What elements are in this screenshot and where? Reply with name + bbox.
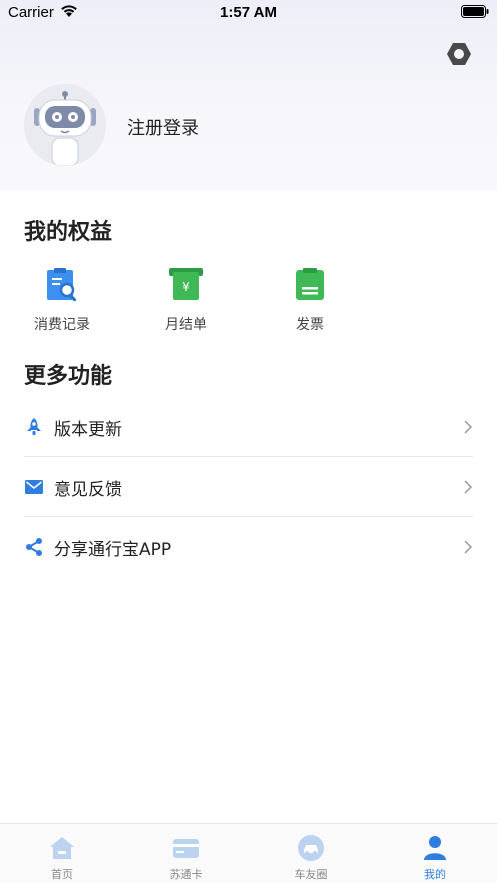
tab-label: 苏通卡 [169,868,203,881]
share-icon [26,538,42,556]
monthly-bill-icon: ¥ [169,268,203,300]
menu-item-label: 意见反馈 [54,479,122,500]
tab-mine[interactable]: 我的 [373,824,497,883]
menu-item-version-update[interactable]: 版本更新 [24,397,473,457]
more-features-title: 更多功能 [24,364,113,389]
menu-item-label: 版本更新 [54,419,122,440]
menu-item-feedback[interactable]: 意见反馈 [24,457,473,517]
benefit-label: 消费记录 [34,317,90,333]
tab-label: 我的 [424,868,446,881]
benefit-label: 月结单 [165,317,207,333]
tab-car-friends[interactable]: 车友圈 [249,824,373,883]
tab-home[interactable]: 首页 [0,824,124,883]
avatar[interactable] [24,84,106,166]
benefit-monthly-bill[interactable]: ¥ 月结单 [146,266,226,334]
benefit-invoice[interactable]: 发票 [270,266,350,334]
gear-icon [447,43,471,65]
benefits-title: 我的权益 [24,220,113,245]
robot-avatar-icon [34,91,96,166]
tab-label: 首页 [51,868,73,881]
receipt-search-icon [47,268,77,302]
home-icon [50,837,74,859]
user-icon [424,836,446,860]
tab-sutong-card[interactable]: 苏通卡 [124,824,248,883]
chevron-right-icon [464,540,473,554]
menu-item-label: 分享通行宝APP [54,539,172,560]
tab-label: 车友圈 [294,868,328,881]
settings-button[interactable] [445,40,473,68]
clock: 1:57 AM [220,4,277,21]
status-bar: Carrier 1:57 AM [0,0,497,26]
benefit-consumption-records[interactable]: 消费记录 [22,266,102,334]
chevron-right-icon [464,480,473,494]
rocket-icon [27,418,41,435]
mail-icon [25,480,43,494]
invoice-icon [296,268,324,300]
svg-text:¥: ¥ [182,280,190,294]
battery-icon [461,5,489,18]
login-register-link[interactable]: 注册登录 [127,114,199,140]
car-circle-icon [298,835,324,861]
tab-bar: 首页 苏通卡 车友圈 我的 [0,823,497,883]
benefit-label: 发票 [296,317,324,333]
chevron-right-icon [464,420,473,434]
menu-item-share-app[interactable]: 分享通行宝APP [24,517,473,577]
card-icon [173,839,199,858]
